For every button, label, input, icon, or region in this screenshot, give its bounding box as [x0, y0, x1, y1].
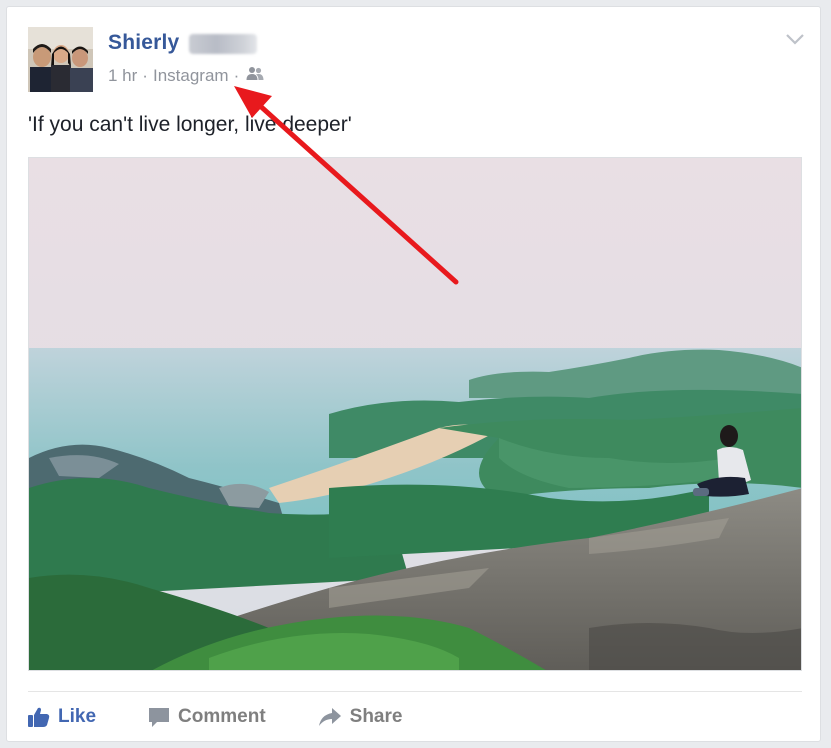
friends-icon[interactable]	[246, 65, 264, 86]
post-meta: 1 hr · Instagram ·	[108, 65, 264, 86]
like-label: Like	[58, 706, 97, 727]
comment-icon	[149, 708, 170, 727]
post-card: Shierly 1 hr · Instagram · 'If you can't…	[6, 6, 821, 742]
post-source-link[interactable]: Instagram	[153, 66, 229, 86]
chevron-down-icon[interactable]	[784, 31, 806, 47]
comment-label: Comment	[178, 706, 266, 727]
post-text: 'If you can't live longer, live deeper'	[28, 113, 352, 136]
redacted-surname	[189, 34, 257, 54]
like-button[interactable]: Like	[28, 706, 96, 728]
author-avatar[interactable]	[28, 27, 93, 92]
author-name[interactable]: Shierly	[108, 31, 179, 55]
thumbs-up-icon	[28, 707, 50, 727]
comment-button[interactable]: Comment	[148, 706, 266, 728]
post-timestamp[interactable]: 1 hr	[108, 66, 137, 86]
share-label: Share	[349, 706, 403, 727]
share-button[interactable]: Share	[318, 706, 403, 728]
action-divider	[28, 691, 802, 692]
meta-separator: ·	[142, 65, 148, 85]
meta-separator: ·	[233, 65, 240, 85]
share-icon	[318, 708, 341, 726]
post-actions: Like Comment Share	[28, 700, 454, 734]
post-photo[interactable]	[28, 157, 802, 671]
